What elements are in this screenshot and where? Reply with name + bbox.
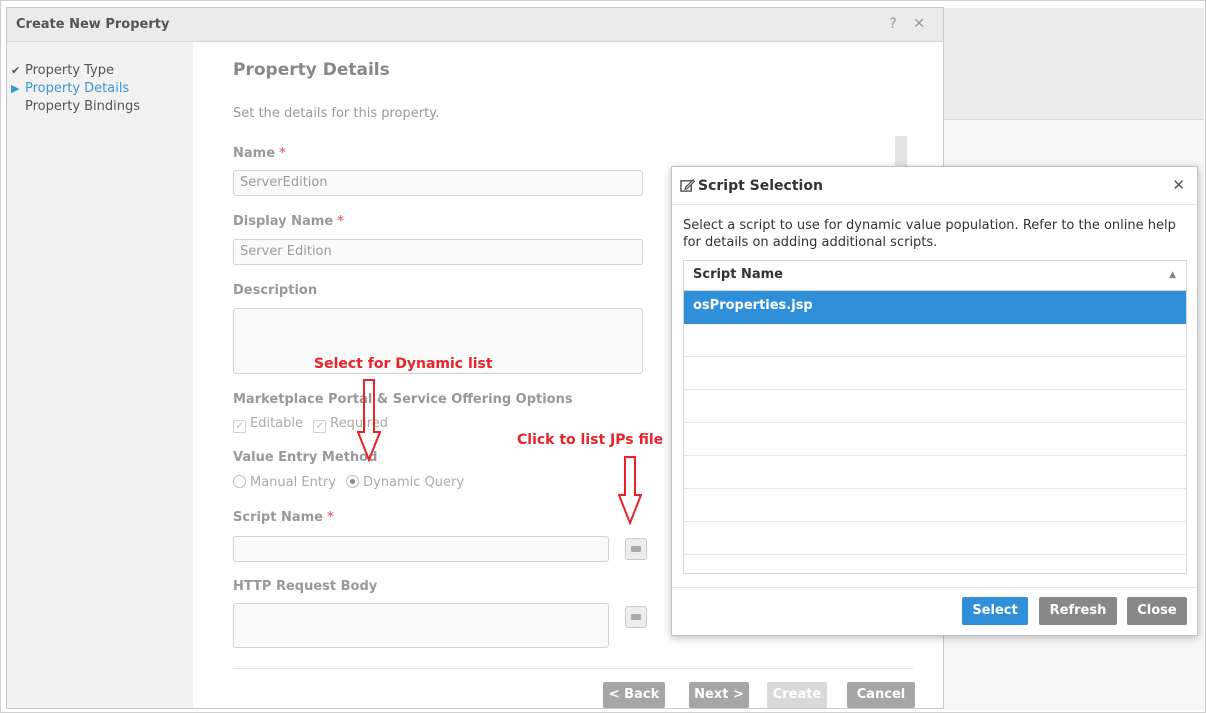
dialog-header: Script Selection ✕ [672, 167, 1197, 205]
wizard-header: Create New Property ? ✕ [7, 8, 943, 42]
dialog-title: Script Selection [698, 178, 823, 194]
step-property-type[interactable]: ✔ Property Type [7, 62, 193, 80]
value-entry-label: Value Entry Method [233, 450, 378, 465]
step-property-details[interactable]: ▶ Property Details [7, 80, 193, 98]
select-button[interactable]: Select [962, 597, 1028, 625]
annotation-arrow-down-icon [618, 456, 642, 525]
background-panel-top [944, 8, 1204, 120]
annotation-arrow-down-icon [357, 379, 381, 462]
manual-entry-radio[interactable] [233, 475, 246, 488]
refresh-button[interactable]: Refresh [1039, 597, 1117, 625]
check-icon: ✔ [11, 64, 21, 77]
next-button[interactable]: Next > [689, 682, 749, 708]
options-label: Marketplace Portal & Service Offering Op… [233, 392, 573, 407]
dynamic-query-label: Dynamic Query [363, 475, 465, 490]
required-checkbox[interactable]: ✓ [313, 420, 327, 433]
create-button[interactable]: Create [767, 682, 827, 708]
http-body-textarea[interactable] [233, 603, 609, 648]
table-row-empty [684, 390, 1186, 423]
table-row-empty [684, 357, 1186, 390]
table-row-empty [684, 324, 1186, 357]
column-header-label: Script Name [693, 267, 783, 282]
http-body-label: HTTP Request Body [233, 579, 378, 594]
script-table: Script Name ▲ osProperties.jsp [683, 260, 1187, 574]
dialog-footer-divider [672, 587, 1197, 588]
name-label: Name * [233, 146, 286, 161]
edit-icon [680, 179, 695, 192]
script-selection-dialog: Script Selection ✕ Select a script to us… [671, 166, 1198, 636]
close-icon[interactable]: ✕ [1172, 176, 1185, 194]
table-row-empty [684, 489, 1186, 522]
display-name-input[interactable]: Server Edition [233, 239, 643, 265]
script-name-input[interactable] [233, 536, 609, 562]
sort-ascending-icon: ▲ [1169, 270, 1176, 280]
section-intro: Set the details for this property. [233, 106, 440, 121]
footer-divider [233, 668, 913, 669]
wizard-title: Create New Property [16, 17, 170, 32]
annotation-jps-file: Click to list JPs file [517, 432, 664, 448]
step-property-bindings[interactable]: Property Bindings [7, 98, 193, 116]
step-label: Property Bindings [25, 99, 141, 114]
section-title: Property Details [233, 60, 390, 80]
wizard-window-controls[interactable]: ? ✕ [889, 16, 931, 32]
script-browse-button[interactable] [625, 538, 647, 560]
table-row-empty [684, 456, 1186, 489]
editable-label: Editable [250, 416, 304, 431]
manual-entry-label: Manual Entry [250, 475, 336, 490]
dialog-description: Select a script to use for dynamic value… [683, 218, 1176, 250]
back-button[interactable]: < Back [603, 682, 665, 708]
column-header-script-name[interactable]: Script Name ▲ [684, 261, 1186, 291]
table-row-empty [684, 522, 1186, 555]
table-row-empty [684, 423, 1186, 456]
editable-checkbox[interactable]: ✓ [233, 420, 246, 433]
dynamic-query-radio[interactable] [346, 475, 360, 488]
name-input[interactable]: ServerEdition [233, 170, 643, 196]
table-row-empty [684, 555, 1186, 573]
annotation-dynamic-list: Select for Dynamic list [314, 356, 493, 372]
triangle-right-icon: ▶ [11, 82, 20, 95]
close-button[interactable]: Close [1127, 597, 1187, 625]
step-label: Property Type [25, 63, 115, 78]
display-name-label: Display Name * [233, 214, 344, 229]
step-label: Property Details [25, 81, 130, 96]
http-body-browse-button[interactable] [625, 606, 647, 628]
wizard-steps-nav: ✔ Property Type ▶ Property Details Propert… [7, 42, 193, 708]
value-entry-row: Manual Entry Dynamic Query [233, 475, 464, 490]
table-row[interactable]: osProperties.jsp [684, 291, 1186, 324]
script-name-label: Script Name * [233, 510, 334, 525]
cancel-button[interactable]: Cancel [847, 682, 915, 708]
description-label: Description [233, 283, 318, 298]
